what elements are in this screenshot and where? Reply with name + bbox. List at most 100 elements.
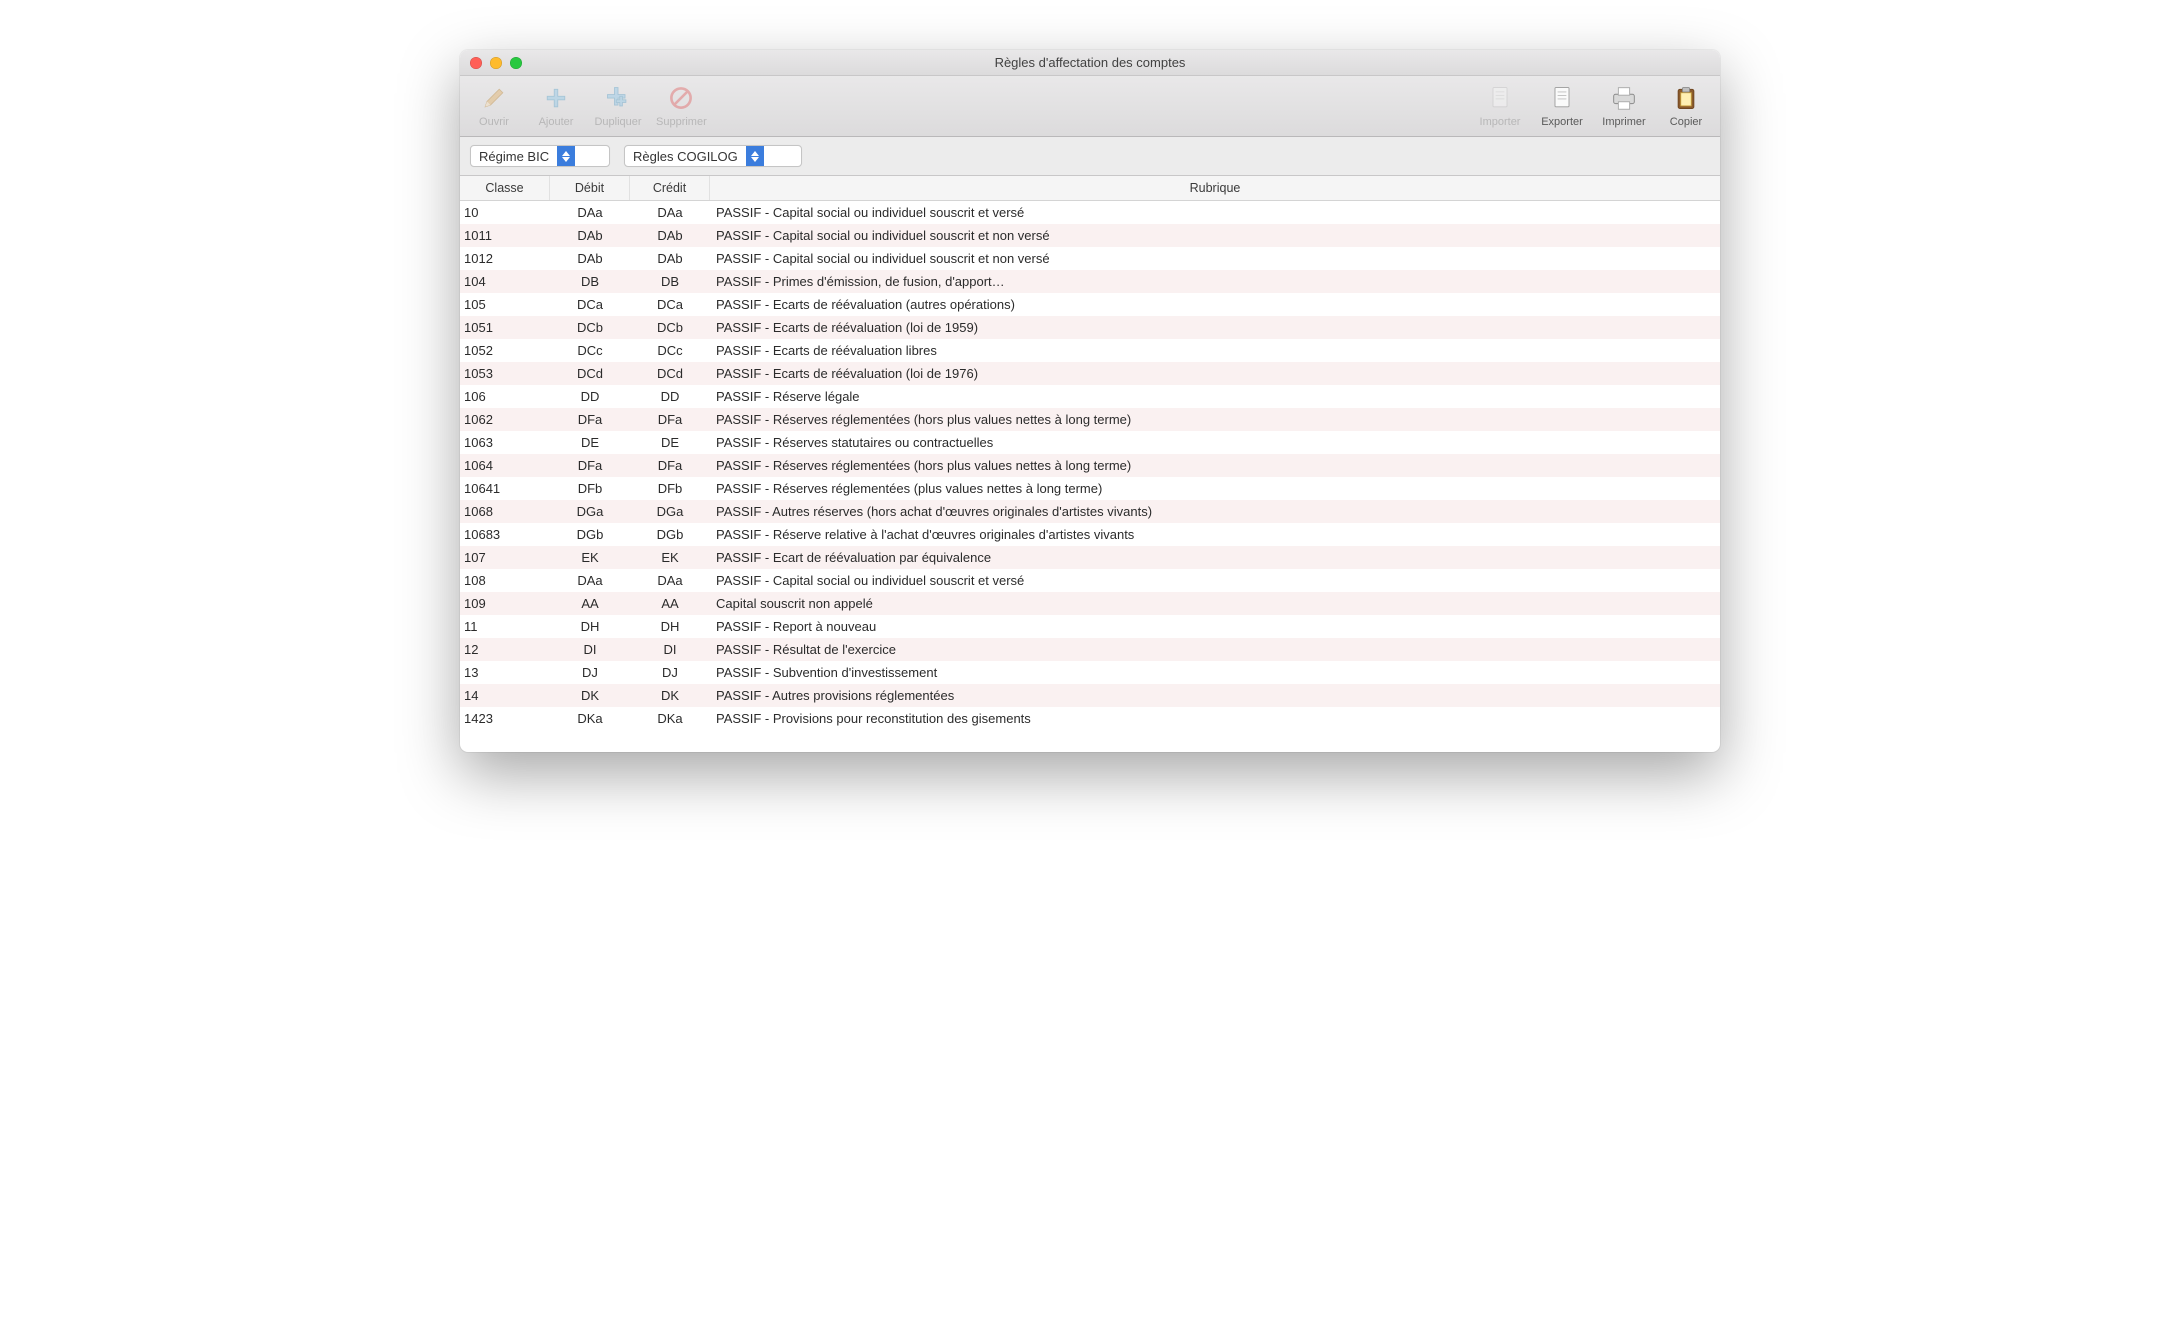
table-row[interactable]: 1052DCcDCcPASSIF - Ecarts de réévaluatio… [460, 339, 1720, 362]
cell-classe: 1423 [460, 711, 550, 726]
cell-rubrique: PASSIF - Capital social ou individuel so… [710, 228, 1720, 243]
toolbar-item-label: Imprimer [1602, 116, 1645, 128]
table-row[interactable]: 107EKEKPASSIF - Ecart de réévaluation pa… [460, 546, 1720, 569]
col-header-debit[interactable]: Débit [550, 176, 630, 200]
cell-rubrique: PASSIF - Capital social ou individuel so… [710, 205, 1720, 220]
cell-classe: 10 [460, 205, 550, 220]
supprimer-button[interactable]: Supprimer [654, 80, 709, 130]
window: Règles d'affectation des comptes Ouvrir … [460, 50, 1720, 752]
cell-classe: 108 [460, 573, 550, 588]
copier-button[interactable]: Copier [1660, 80, 1712, 130]
ajouter-button[interactable]: Ajouter [530, 80, 582, 130]
cell-credit: AA [630, 596, 710, 611]
table-row[interactable]: 13DJDJPASSIF - Subvention d'investisseme… [460, 661, 1720, 684]
rules-table: Classe Débit Crédit Rubrique 10DAaDAaPAS… [460, 176, 1720, 752]
cell-debit: DH [550, 619, 630, 634]
table-row[interactable]: 11DHDHPASSIF - Report à nouveau [460, 615, 1720, 638]
ruleset-select[interactable]: Règles COGILOG [624, 145, 802, 167]
printer-icon [1608, 82, 1640, 114]
doc-import-icon [1484, 82, 1516, 114]
cell-rubrique: PASSIF - Ecarts de réévaluation (autres … [710, 297, 1720, 312]
cell-credit: DE [630, 435, 710, 450]
cell-credit: DK [630, 688, 710, 703]
col-header-classe[interactable]: Classe [460, 176, 550, 200]
toolbar: Ouvrir Ajouter Dupliquer [460, 76, 1720, 137]
table-row[interactable]: 109AAAACapital souscrit non appelé [460, 592, 1720, 615]
zoom-button[interactable] [510, 57, 522, 69]
cell-debit: DAb [550, 251, 630, 266]
cell-rubrique: PASSIF - Ecarts de réévaluation (loi de … [710, 366, 1720, 381]
table-row[interactable]: 1011DAbDAbPASSIF - Capital social ou ind… [460, 224, 1720, 247]
table-row[interactable]: 1068DGaDGaPASSIF - Autres réserves (hors… [460, 500, 1720, 523]
cell-rubrique: PASSIF - Capital social ou individuel so… [710, 251, 1720, 266]
table-row[interactable]: 1062DFaDFaPASSIF - Réserves réglementées… [460, 408, 1720, 431]
table-row[interactable]: 1063DEDEPASSIF - Réserves statutaires ou… [460, 431, 1720, 454]
dupliquer-button[interactable]: Dupliquer [592, 80, 644, 130]
cell-credit: DD [630, 389, 710, 404]
table-row[interactable]: 1423DKaDKaPASSIF - Provisions pour recon… [460, 707, 1720, 730]
cell-rubrique: PASSIF - Réserves réglementées (plus val… [710, 481, 1720, 496]
cell-debit: DAa [550, 573, 630, 588]
cell-rubrique: PASSIF - Provisions pour reconstitution … [710, 711, 1720, 726]
cell-classe: 1051 [460, 320, 550, 335]
cell-debit: DK [550, 688, 630, 703]
cell-debit: EK [550, 550, 630, 565]
traffic-lights [470, 57, 522, 69]
cell-credit: DCb [630, 320, 710, 335]
cell-rubrique: PASSIF - Subvention d'investissement [710, 665, 1720, 680]
cell-rubrique: PASSIF - Réserves réglementées (hors plu… [710, 412, 1720, 427]
cell-classe: 104 [460, 274, 550, 289]
cell-classe: 13 [460, 665, 550, 680]
cell-debit: DAa [550, 205, 630, 220]
importer-button[interactable]: Importer [1474, 80, 1526, 130]
cell-credit: DAa [630, 205, 710, 220]
exporter-button[interactable]: Exporter [1536, 80, 1588, 130]
cell-credit: DGa [630, 504, 710, 519]
table-row[interactable]: 108DAaDAaPASSIF - Capital social ou indi… [460, 569, 1720, 592]
cell-rubrique: PASSIF - Ecarts de réévaluation libres [710, 343, 1720, 358]
table-row[interactable]: 10641DFbDFbPASSIF - Réserves réglementée… [460, 477, 1720, 500]
cell-debit: DB [550, 274, 630, 289]
table-row[interactable]: 106DDDDPASSIF - Réserve légale [460, 385, 1720, 408]
table-row[interactable]: 10683DGbDGbPASSIF - Réserve relative à l… [460, 523, 1720, 546]
cell-rubrique: PASSIF - Résultat de l'exercice [710, 642, 1720, 657]
toolbar-item-label: Supprimer [656, 116, 707, 128]
cell-classe: 1052 [460, 343, 550, 358]
col-header-credit[interactable]: Crédit [630, 176, 710, 200]
table-row[interactable]: 1051DCbDCbPASSIF - Ecarts de réévaluatio… [460, 316, 1720, 339]
table-row[interactable]: 105DCaDCaPASSIF - Ecarts de réévaluation… [460, 293, 1720, 316]
table-row[interactable]: 1053DCdDCdPASSIF - Ecarts de réévaluatio… [460, 362, 1720, 385]
doc-export-icon [1546, 82, 1578, 114]
titlebar: Règles d'affectation des comptes [460, 50, 1720, 76]
cell-debit: DCa [550, 297, 630, 312]
toolbar-right: Importer Exporter Imprimer [1474, 80, 1712, 130]
cell-debit: DCb [550, 320, 630, 335]
table-row[interactable]: 12DIDIPASSIF - Résultat de l'exercice [460, 638, 1720, 661]
cell-credit: DCd [630, 366, 710, 381]
cell-classe: 14 [460, 688, 550, 703]
cell-credit: DCc [630, 343, 710, 358]
minimize-button[interactable] [490, 57, 502, 69]
forbidden-icon [665, 82, 697, 114]
cell-debit: DFa [550, 458, 630, 473]
pencil-icon [478, 82, 510, 114]
cell-credit: DAb [630, 251, 710, 266]
ouvrir-button[interactable]: Ouvrir [468, 80, 520, 130]
cell-classe: 10683 [460, 527, 550, 542]
toolbar-item-label: Exporter [1541, 116, 1583, 128]
table-row[interactable]: 10DAaDAaPASSIF - Capital social ou indiv… [460, 201, 1720, 224]
cell-classe: 107 [460, 550, 550, 565]
table-body: 10DAaDAaPASSIF - Capital social ou indiv… [460, 201, 1720, 730]
cell-classe: 10641 [460, 481, 550, 496]
cell-classe: 1062 [460, 412, 550, 427]
table-row[interactable]: 14DKDKPASSIF - Autres provisions régleme… [460, 684, 1720, 707]
imprimer-button[interactable]: Imprimer [1598, 80, 1650, 130]
table-row[interactable]: 1012DAbDAbPASSIF - Capital social ou ind… [460, 247, 1720, 270]
table-row[interactable]: 104DBDBPASSIF - Primes d'émission, de fu… [460, 270, 1720, 293]
col-header-rubrique[interactable]: Rubrique [710, 176, 1720, 200]
table-row[interactable]: 1064DFaDFaPASSIF - Réserves réglementées… [460, 454, 1720, 477]
close-button[interactable] [470, 57, 482, 69]
regime-select[interactable]: Régime BIC [470, 145, 610, 167]
clipboard-icon [1670, 82, 1702, 114]
cell-debit: DGa [550, 504, 630, 519]
